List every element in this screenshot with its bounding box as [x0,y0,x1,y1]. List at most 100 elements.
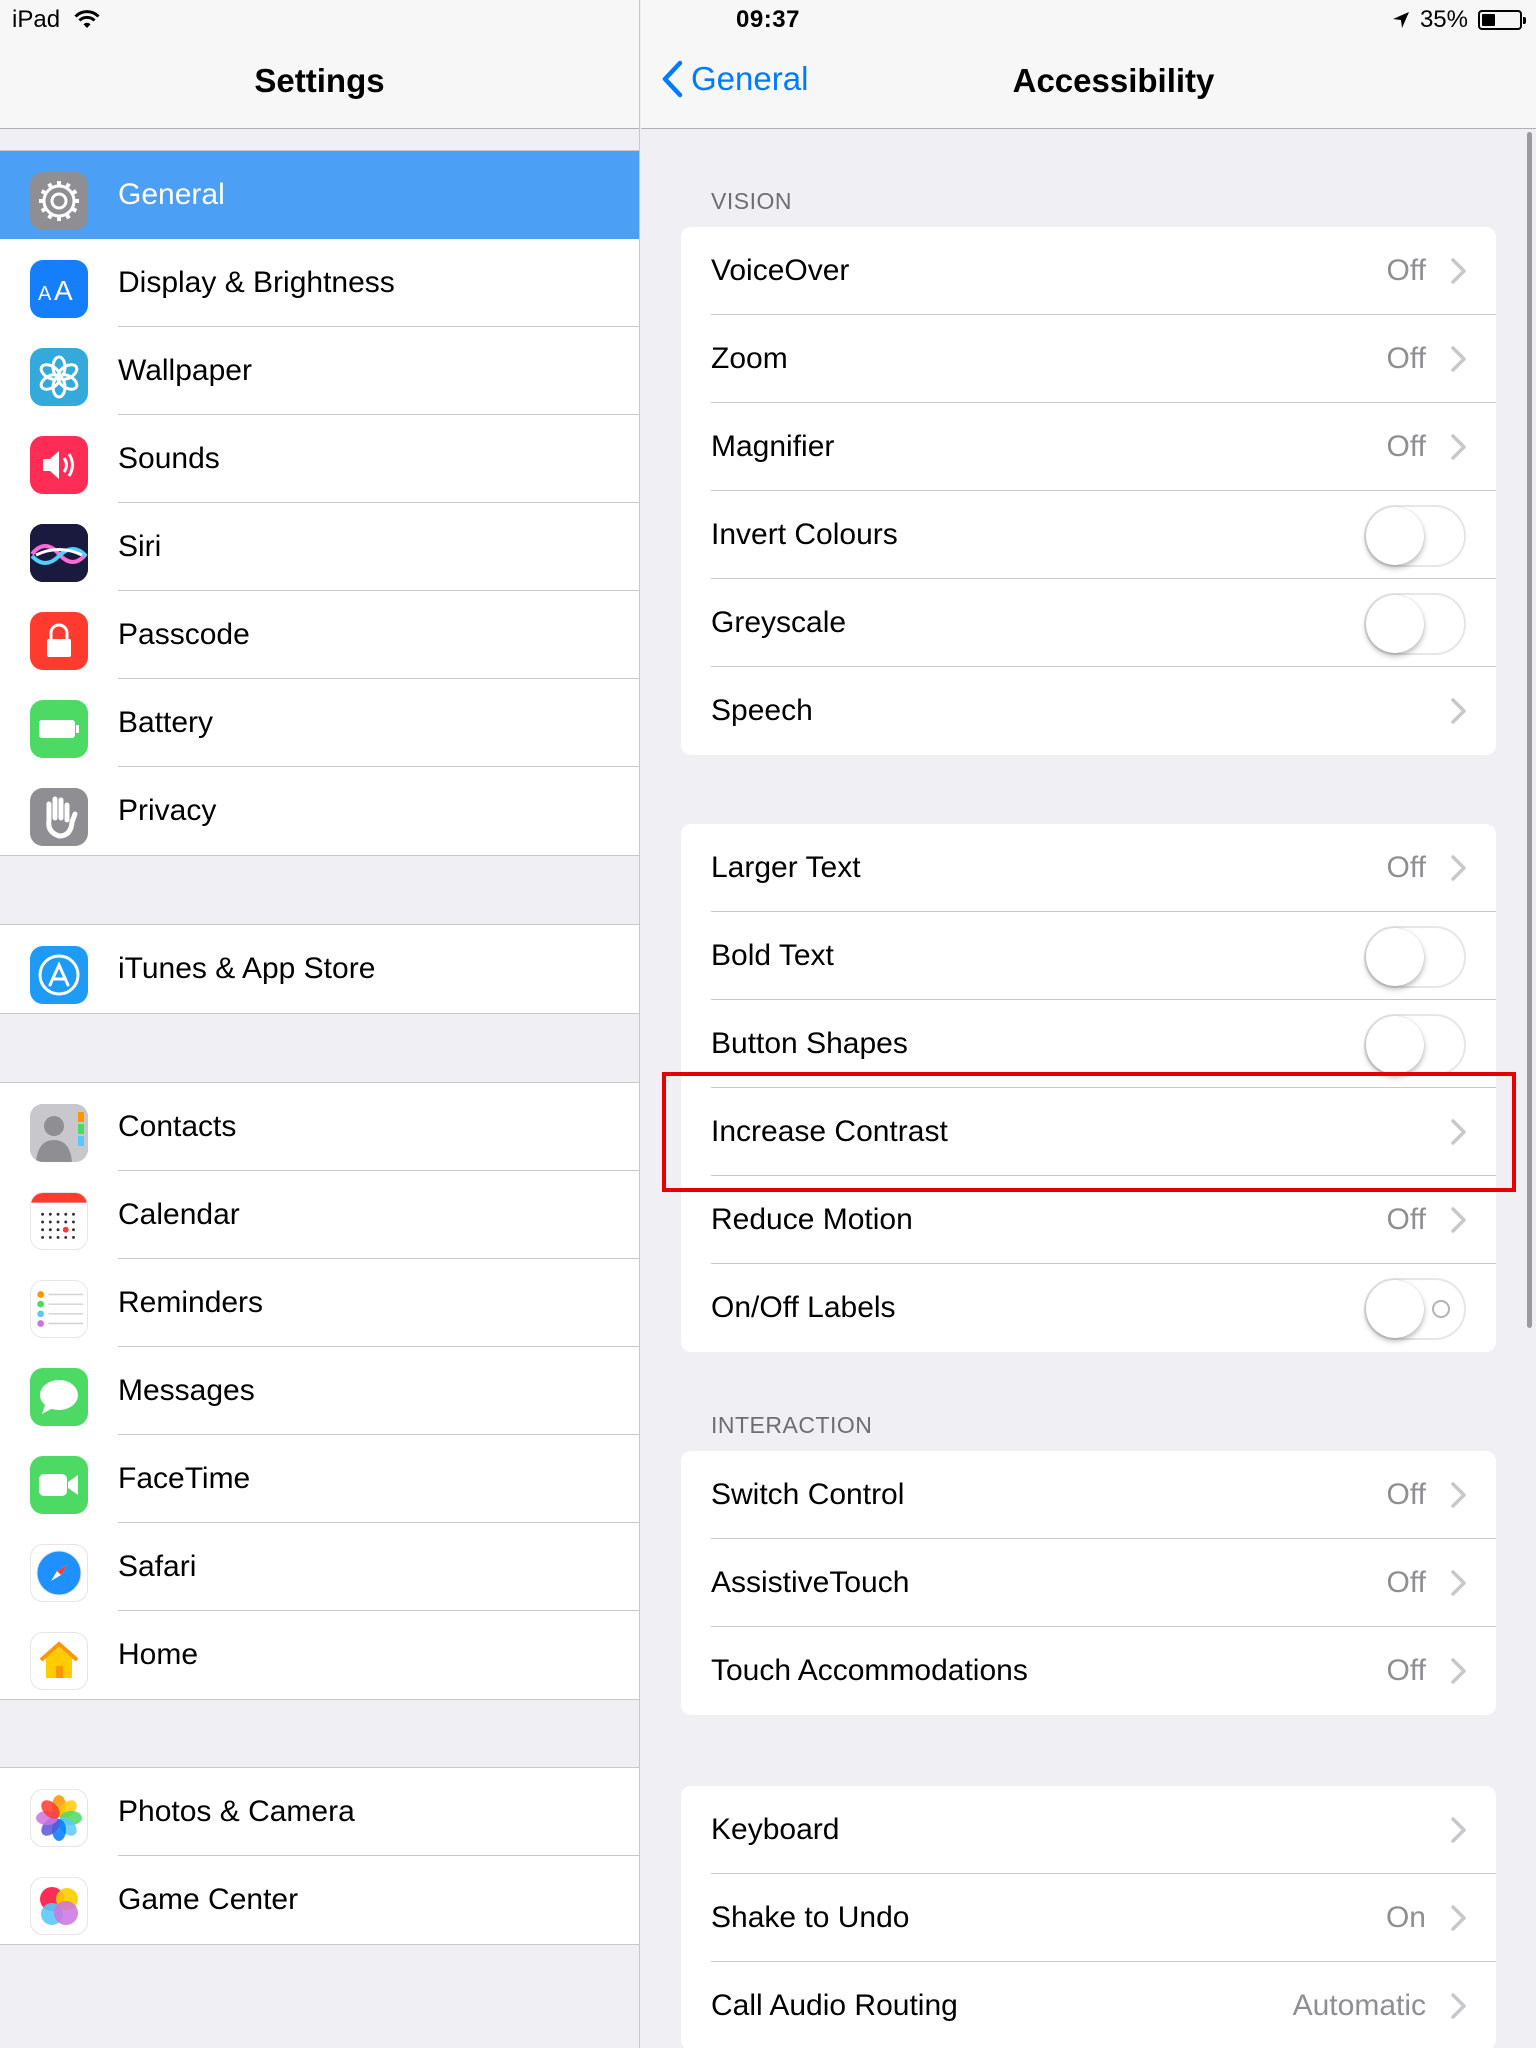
row-greyscale[interactable]: Greyscale [681,579,1496,667]
sidebar-item-privacy[interactable]: Privacy [0,767,639,855]
row-label: Shake to Undo [711,1901,910,1934]
facetime-icon [30,1456,88,1514]
accessibility-pane: General Accessibility VISION VoiceOver Off… [641,0,1536,2048]
row-label: Magnifier [711,430,835,463]
sidebar-title: Settings [254,62,385,99]
sidebar-item-home[interactable]: Home [0,1611,639,1699]
chevron-right-icon [1451,346,1466,372]
row-on-off-labels[interactable]: On/Off Labels [681,1264,1496,1352]
toggle-knob [1366,1280,1424,1338]
sidebar-item-wallpaper[interactable]: Wallpaper [0,327,639,415]
sidebar-item-display-and-brightness[interactable]: A A Display & Brightness [0,239,639,327]
flower-icon [30,348,88,406]
sidebar-item-battery[interactable]: Battery [0,679,639,767]
sidebar-item-label: Safari [118,1550,197,1583]
sidebar-item-photos-and-camera[interactable]: Photos & Camera [0,1768,639,1856]
on-off-labels-toggle[interactable] [1364,1278,1466,1340]
sidebar-item-facetime[interactable]: FaceTime [0,1435,639,1523]
clock: 09:37 [736,6,800,33]
photos-icon [30,1789,88,1847]
row-value: Automatic [1292,1989,1426,2022]
row-call-audio-routing[interactable]: Call Audio Routing Automatic [681,1962,1496,2048]
sidebar-item-label: Contacts [118,1110,237,1143]
sidebar-item-label: Battery [118,706,214,739]
row-shake-to-undo[interactable]: Shake to Undo On [681,1874,1496,1962]
chevron-right-icon [1451,1482,1466,1508]
button-shapes-toggle[interactable] [1364,1014,1466,1076]
row-value: Off [1386,430,1426,463]
status-right: 35% [1392,6,1526,34]
toggle-knob [1366,507,1424,565]
row-voiceover[interactable]: VoiceOver Off [681,227,1496,315]
row-label: On/Off Labels [711,1291,896,1324]
chevron-right-icon [1451,1207,1466,1233]
chevron-right-icon [1451,258,1466,284]
row-magnifier[interactable]: Magnifier Off [681,403,1496,491]
app-store-icon [30,946,88,1004]
off-label-icon [1432,1300,1450,1318]
scrollbar[interactable] [1527,132,1532,1328]
lock-icon [30,612,88,670]
sidebar-item-siri[interactable]: Siri [0,503,639,591]
row-label: Keyboard [711,1813,840,1846]
chevron-right-icon [1451,1570,1466,1596]
chevron-right-icon [1451,855,1466,881]
location-arrow-icon [1392,12,1409,28]
svg-text:A: A [54,275,73,304]
row-larger-text[interactable]: Larger Text Off [681,824,1496,912]
bold-text-toggle[interactable] [1364,926,1466,988]
safari-icon [30,1544,88,1602]
row-label: Reduce Motion [711,1203,913,1236]
sidebar-item-reminders[interactable]: Reminders [0,1259,639,1347]
battery-fill [1482,14,1495,26]
sidebar-item-safari[interactable]: Safari [0,1523,639,1611]
greyscale-toggle[interactable] [1364,593,1466,655]
row-invert-colours[interactable]: Invert Colours [681,491,1496,579]
row-label: AssistiveTouch [711,1566,910,1599]
sidebar-item-label: General [118,178,225,211]
row-speech[interactable]: Speech [681,667,1496,755]
settings-sidebar: Settings General A A Display & Brightness Wa… [0,0,640,2048]
sidebar-group: iTunes & App Store [0,924,639,1014]
invert-colours-toggle[interactable] [1364,505,1466,567]
sidebar-item-calendar[interactable]: Calendar [0,1171,639,1259]
row-label: Button Shapes [711,1027,908,1060]
row-value: Off [1386,1478,1426,1511]
row-value: On [1385,1901,1426,1934]
battery-icon [1478,10,1526,30]
row-switch-control[interactable]: Switch Control Off [681,1451,1496,1539]
row-keyboard[interactable]: Keyboard [681,1786,1496,1874]
row-label: Zoom [711,342,788,375]
row-value: Off [1386,1203,1426,1236]
sidebar-item-passcode[interactable]: Passcode [0,591,639,679]
row-zoom[interactable]: Zoom Off [681,315,1496,403]
sidebar-item-game-center[interactable]: Game Center [0,1856,639,1944]
highlight-box [662,1072,1516,1192]
chevron-right-icon [1451,1817,1466,1843]
sidebar-item-label: Privacy [118,794,217,827]
chevron-right-icon [1451,1658,1466,1684]
row-value: Off [1386,1566,1426,1599]
sidebar-item-itunes-and-app-store[interactable]: iTunes & App Store [0,925,639,1013]
battery-icon [30,700,88,758]
sidebar-item-label: iTunes & App Store [118,952,376,985]
chevron-right-icon [1451,1905,1466,1931]
settings-card: Keyboard Shake to Undo On Call Audio Routin… [681,1786,1496,2048]
sidebar-item-general[interactable]: General [0,151,639,239]
row-bold-text[interactable]: Bold Text [681,912,1496,1000]
row-assistivetouch[interactable]: AssistiveTouch Off [681,1539,1496,1627]
calendar-icon [30,1192,88,1250]
toggle-knob [1366,595,1424,653]
hand-icon [30,788,88,846]
sidebar-item-contacts[interactable]: Contacts [0,1083,639,1171]
sidebar-item-label: Photos & Camera [118,1795,355,1828]
chevron-right-icon [1451,434,1466,460]
siri-icon [30,524,88,582]
sidebar-item-label: Game Center [118,1883,299,1916]
row-touch-accommodations[interactable]: Touch Accommodations Off [681,1627,1496,1715]
contacts-icon [30,1104,88,1162]
sidebar-item-sounds[interactable]: Sounds [0,415,639,503]
sidebar-item-label: Messages [118,1374,255,1407]
row-label: Switch Control [711,1478,905,1511]
sidebar-item-messages[interactable]: Messages [0,1347,639,1435]
